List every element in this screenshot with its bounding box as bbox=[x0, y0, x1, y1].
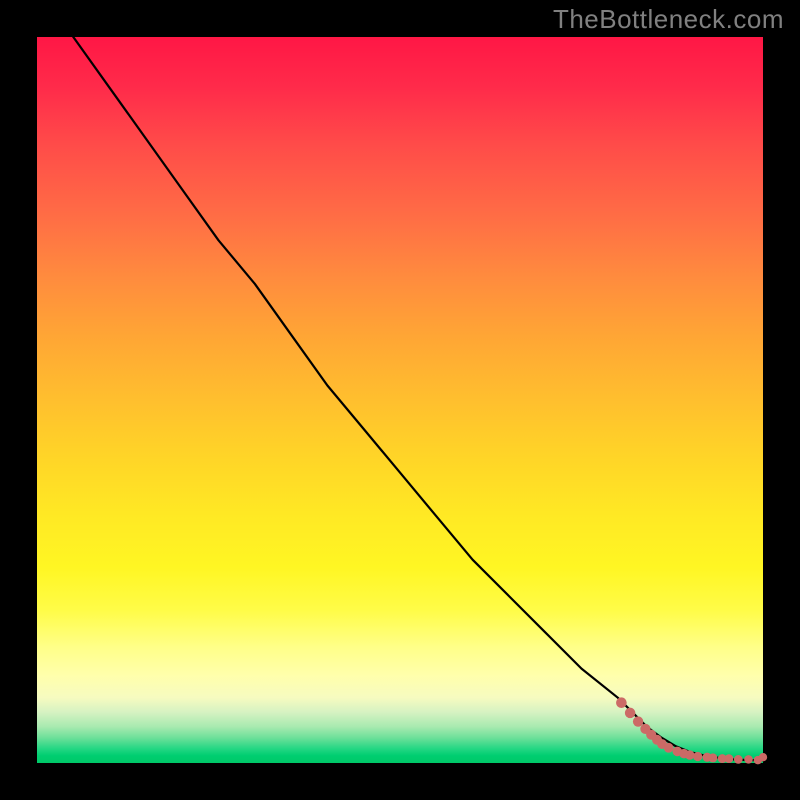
tail-point bbox=[708, 753, 717, 762]
tail-point bbox=[616, 697, 627, 708]
tail-point bbox=[734, 755, 743, 764]
chart-frame: TheBottleneck.com bbox=[0, 0, 800, 800]
tail-point bbox=[664, 743, 674, 753]
tail-point bbox=[625, 708, 635, 718]
tail-point bbox=[693, 752, 702, 761]
tail-point bbox=[759, 753, 767, 761]
tail-points-group bbox=[616, 697, 767, 764]
plot-svg bbox=[37, 37, 763, 763]
tail-point bbox=[744, 755, 753, 764]
tail-point bbox=[633, 716, 643, 726]
plot-area bbox=[37, 37, 763, 763]
tail-point bbox=[725, 754, 734, 763]
tail-point bbox=[685, 750, 694, 759]
bottleneck-curve bbox=[73, 37, 763, 760]
watermark-text: TheBottleneck.com bbox=[553, 4, 784, 35]
